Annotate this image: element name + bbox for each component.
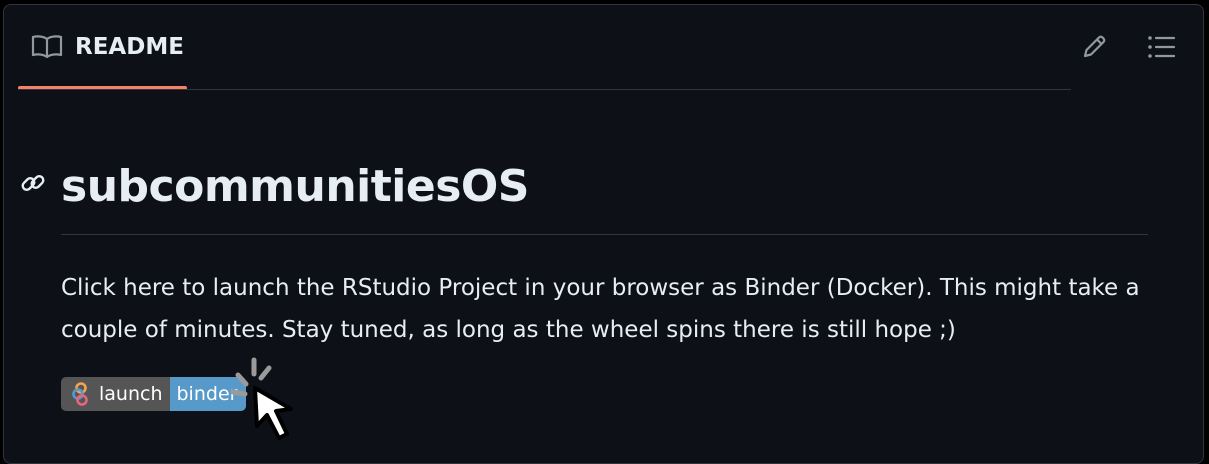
launch-binder-badge[interactable]: launch binder: [61, 377, 247, 411]
title-divider: [61, 234, 1148, 235]
outline-button[interactable]: [1144, 31, 1178, 63]
book-icon: [31, 35, 63, 59]
readme-panel: README subcommunitiesOS Click here to la…: [3, 4, 1204, 464]
page-title: subcommunitiesOS: [61, 161, 530, 212]
header-divider: [18, 89, 1071, 90]
pencil-icon: [1083, 35, 1106, 58]
badge-right-label: binder: [169, 377, 247, 411]
edit-file-button[interactable]: [1078, 31, 1110, 63]
tab-readme-label: README: [75, 34, 184, 60]
description-paragraph: Click here to launch the RStudio Project…: [61, 275, 1140, 343]
link-icon[interactable]: [19, 169, 47, 197]
readme-header: README: [4, 5, 1203, 90]
tab-readme[interactable]: README: [18, 5, 187, 90]
badge-left-label: launch: [99, 383, 163, 405]
binder-logo: [72, 382, 88, 406]
badge-left-section: launch: [61, 377, 170, 411]
list-icon: [1148, 36, 1176, 58]
